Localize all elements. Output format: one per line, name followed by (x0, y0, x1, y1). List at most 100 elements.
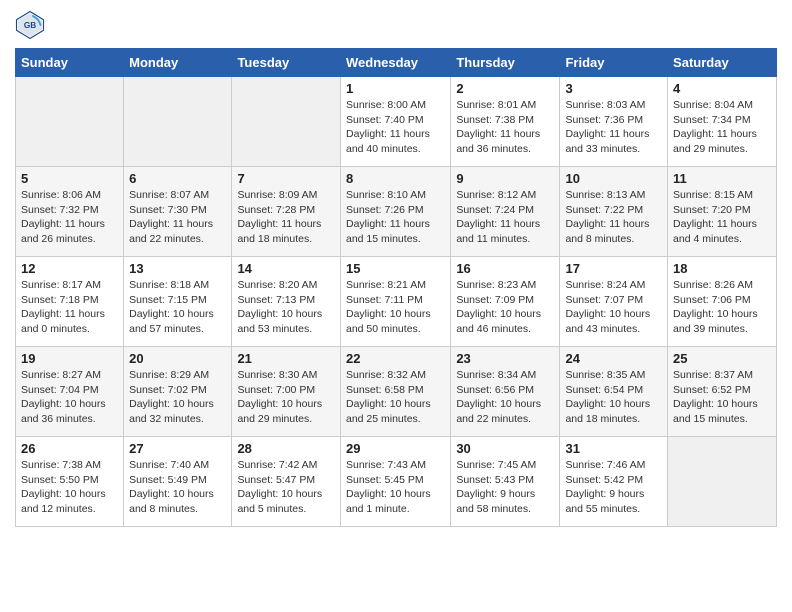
day-cell: 16 Sunrise: 8:23 AM Sunset: 7:09 PM Dayli… (451, 257, 560, 347)
day-cell: 21 Sunrise: 8:30 AM Sunset: 7:00 PM Dayli… (232, 347, 341, 437)
day-number: 31 (565, 441, 662, 456)
day-cell: 10 Sunrise: 8:13 AM Sunset: 7:22 PM Dayli… (560, 167, 668, 257)
day-info: Sunrise: 8:03 AM Sunset: 7:36 PM Dayligh… (565, 98, 662, 157)
logo: GB (15, 10, 49, 40)
header-wednesday: Wednesday (340, 49, 450, 77)
day-cell: 25Sunrise: 8:37 AM Sunset: 6:52 PM Dayli… (668, 347, 777, 437)
day-number: 14 (237, 261, 335, 276)
day-number: 5 (21, 171, 118, 186)
day-info: Sunrise: 8:04 AM Sunset: 7:34 PM Dayligh… (673, 98, 771, 157)
day-number: 20 (129, 351, 226, 366)
day-info: Sunrise: 7:40 AM Sunset: 5:49 PM Dayligh… (129, 458, 226, 517)
day-cell: 19 Sunrise: 8:27 AM Sunset: 7:04 PM Dayli… (16, 347, 124, 437)
day-info: Sunrise: 8:01 AM Sunset: 7:38 PM Dayligh… (456, 98, 554, 157)
day-info: Sunrise: 8:00 AM Sunset: 7:40 PM Dayligh… (346, 98, 445, 157)
week-row-5: 26 Sunrise: 7:38 AM Sunset: 5:50 PM Dayli… (16, 437, 777, 527)
day-cell: 26 Sunrise: 7:38 AM Sunset: 5:50 PM Dayli… (16, 437, 124, 527)
day-number: 2 (456, 81, 554, 96)
day-cell (124, 77, 232, 167)
day-number: 9 (456, 171, 554, 186)
day-info: Sunrise: 8:29 AM Sunset: 7:02 PM Dayligh… (129, 368, 226, 427)
day-info: Sunrise: 8:20 AM Sunset: 7:13 PM Dayligh… (237, 278, 335, 337)
day-cell (16, 77, 124, 167)
day-number: 27 (129, 441, 226, 456)
day-number: 17 (565, 261, 662, 276)
day-info: Sunrise: 8:17 AM Sunset: 7:18 PM Dayligh… (21, 278, 118, 337)
day-cell (668, 437, 777, 527)
day-info: Sunrise: 8:12 AM Sunset: 7:24 PM Dayligh… (456, 188, 554, 247)
day-cell: 27 Sunrise: 7:40 AM Sunset: 5:49 PM Dayli… (124, 437, 232, 527)
day-info: Sunrise: 7:43 AM Sunset: 5:45 PM Dayligh… (346, 458, 445, 517)
day-number: 25 (673, 351, 771, 366)
header-tuesday: Tuesday (232, 49, 341, 77)
day-cell: 11 Sunrise: 8:15 AM Sunset: 7:20 PM Dayli… (668, 167, 777, 257)
day-cell: 29 Sunrise: 7:43 AM Sunset: 5:45 PM Dayli… (340, 437, 450, 527)
day-number: 28 (237, 441, 335, 456)
day-number: 11 (673, 171, 771, 186)
day-info: Sunrise: 8:32 AM Sunset: 6:58 PM Dayligh… (346, 368, 445, 427)
calendar-table: Sunday Monday Tuesday Wednesday Thursday… (15, 48, 777, 527)
day-cell: 2 Sunrise: 8:01 AM Sunset: 7:38 PM Daylig… (451, 77, 560, 167)
day-cell: 1 Sunrise: 8:00 AM Sunset: 7:40 PM Daylig… (340, 77, 450, 167)
day-cell: 24 Sunrise: 8:35 AM Sunset: 6:54 PM Dayli… (560, 347, 668, 437)
day-number: 16 (456, 261, 554, 276)
header-monday: Monday (124, 49, 232, 77)
day-number: 3 (565, 81, 662, 96)
day-cell: 14 Sunrise: 8:20 AM Sunset: 7:13 PM Dayli… (232, 257, 341, 347)
day-cell: 5Sunrise: 8:06 AM Sunset: 7:32 PM Daylig… (16, 167, 124, 257)
day-number: 24 (565, 351, 662, 366)
day-info: Sunrise: 8:35 AM Sunset: 6:54 PM Dayligh… (565, 368, 662, 427)
day-cell (232, 77, 341, 167)
day-info: Sunrise: 8:23 AM Sunset: 7:09 PM Dayligh… (456, 278, 554, 337)
day-cell: 17 Sunrise: 8:24 AM Sunset: 7:07 PM Dayli… (560, 257, 668, 347)
week-row-1: 1 Sunrise: 8:00 AM Sunset: 7:40 PM Daylig… (16, 77, 777, 167)
day-info: Sunrise: 8:30 AM Sunset: 7:00 PM Dayligh… (237, 368, 335, 427)
day-info: Sunrise: 8:21 AM Sunset: 7:11 PM Dayligh… (346, 278, 445, 337)
page-container: GB Sunday Monday Tuesday Wednesday Thurs… (0, 0, 792, 537)
day-number: 18 (673, 261, 771, 276)
day-cell: 9 Sunrise: 8:12 AM Sunset: 7:24 PM Daylig… (451, 167, 560, 257)
day-number: 15 (346, 261, 445, 276)
day-cell: 23 Sunrise: 8:34 AM Sunset: 6:56 PM Dayli… (451, 347, 560, 437)
day-number: 8 (346, 171, 445, 186)
day-cell: 22 Sunrise: 8:32 AM Sunset: 6:58 PM Dayli… (340, 347, 450, 437)
day-cell: 8Sunrise: 8:10 AM Sunset: 7:26 PM Daylig… (340, 167, 450, 257)
day-number: 13 (129, 261, 226, 276)
day-info: Sunrise: 7:42 AM Sunset: 5:47 PM Dayligh… (237, 458, 335, 517)
day-number: 30 (456, 441, 554, 456)
day-cell: 12Sunrise: 8:17 AM Sunset: 7:18 PM Dayli… (16, 257, 124, 347)
day-number: 26 (21, 441, 118, 456)
week-row-3: 12Sunrise: 8:17 AM Sunset: 7:18 PM Dayli… (16, 257, 777, 347)
day-cell: 18 Sunrise: 8:26 AM Sunset: 7:06 PM Dayli… (668, 257, 777, 347)
week-row-4: 19 Sunrise: 8:27 AM Sunset: 7:04 PM Dayli… (16, 347, 777, 437)
weekday-header-row: Sunday Monday Tuesday Wednesday Thursday… (16, 49, 777, 77)
day-number: 23 (456, 351, 554, 366)
day-info: Sunrise: 8:15 AM Sunset: 7:20 PM Dayligh… (673, 188, 771, 247)
header-saturday: Saturday (668, 49, 777, 77)
header-sunday: Sunday (16, 49, 124, 77)
day-number: 6 (129, 171, 226, 186)
day-info: Sunrise: 8:26 AM Sunset: 7:06 PM Dayligh… (673, 278, 771, 337)
day-number: 10 (565, 171, 662, 186)
day-number: 1 (346, 81, 445, 96)
day-number: 21 (237, 351, 335, 366)
day-info: Sunrise: 7:38 AM Sunset: 5:50 PM Dayligh… (21, 458, 118, 517)
week-row-2: 5Sunrise: 8:06 AM Sunset: 7:32 PM Daylig… (16, 167, 777, 257)
day-info: Sunrise: 8:13 AM Sunset: 7:22 PM Dayligh… (565, 188, 662, 247)
day-cell: 4Sunrise: 8:04 AM Sunset: 7:34 PM Daylig… (668, 77, 777, 167)
day-info: Sunrise: 8:07 AM Sunset: 7:30 PM Dayligh… (129, 188, 226, 247)
header-friday: Friday (560, 49, 668, 77)
svg-text:GB: GB (24, 21, 36, 30)
day-number: 19 (21, 351, 118, 366)
day-info: Sunrise: 8:24 AM Sunset: 7:07 PM Dayligh… (565, 278, 662, 337)
day-number: 29 (346, 441, 445, 456)
day-info: Sunrise: 8:34 AM Sunset: 6:56 PM Dayligh… (456, 368, 554, 427)
day-cell: 6 Sunrise: 8:07 AM Sunset: 7:30 PM Daylig… (124, 167, 232, 257)
day-number: 22 (346, 351, 445, 366)
day-info: Sunrise: 8:27 AM Sunset: 7:04 PM Dayligh… (21, 368, 118, 427)
day-info: Sunrise: 7:45 AM Sunset: 5:43 PM Dayligh… (456, 458, 554, 517)
day-info: Sunrise: 7:46 AM Sunset: 5:42 PM Dayligh… (565, 458, 662, 517)
day-number: 7 (237, 171, 335, 186)
day-cell: 13Sunrise: 8:18 AM Sunset: 7:15 PM Dayli… (124, 257, 232, 347)
day-cell: 15 Sunrise: 8:21 AM Sunset: 7:11 PM Dayli… (340, 257, 450, 347)
